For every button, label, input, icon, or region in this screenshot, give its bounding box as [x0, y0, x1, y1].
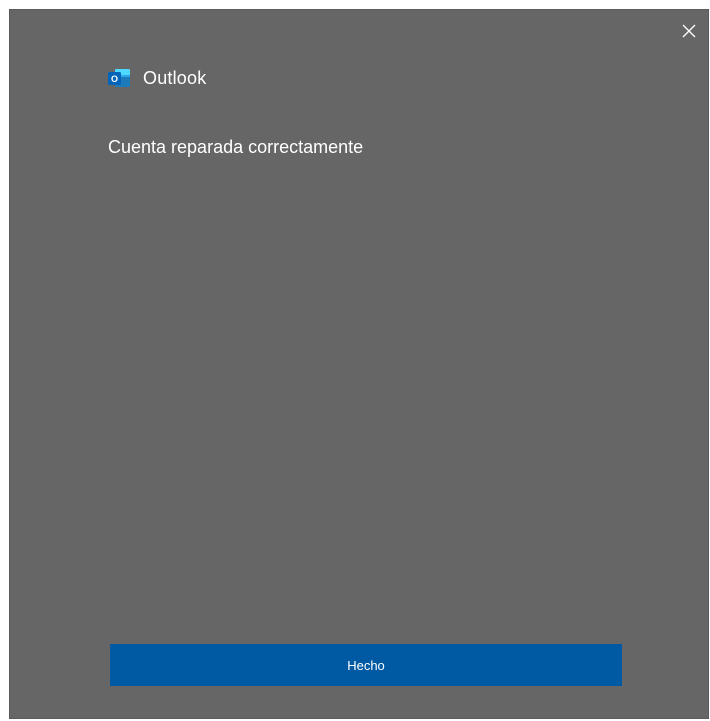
- status-message: Cuenta reparada correctamente: [108, 137, 364, 157]
- logo-letter: O: [111, 74, 118, 84]
- outlook-logo-icon: O: [108, 69, 130, 87]
- repair-account-dialog: O Outlook Cuenta reparada correctamente …: [9, 9, 709, 719]
- close-button[interactable]: [678, 20, 700, 42]
- close-icon: [682, 24, 696, 38]
- app-brand: O Outlook: [107, 66, 206, 90]
- app-name: Outlook: [143, 67, 207, 88]
- done-button[interactable]: Hecho: [110, 644, 622, 686]
